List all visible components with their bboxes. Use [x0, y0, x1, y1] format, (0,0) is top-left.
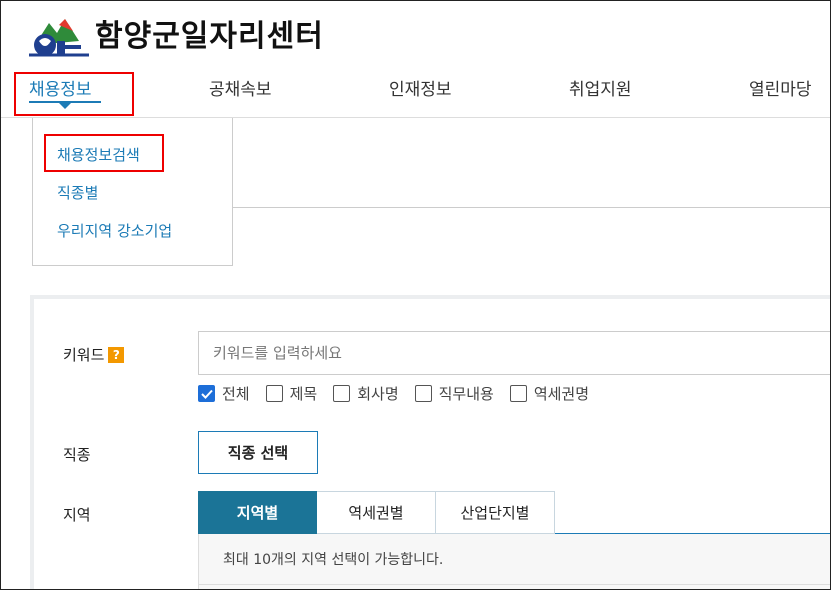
submenu-backdrop — [233, 118, 830, 208]
submenu-item-by-occupation[interactable]: 직종별 — [57, 182, 98, 203]
region-tabs: 지역별 역세권별 산업단지별 — [198, 491, 555, 534]
tab-by-region[interactable]: 지역별 — [198, 491, 317, 534]
logo-text: 함양군일자리센터 — [95, 19, 324, 54]
checkbox-unchecked-icon — [333, 385, 351, 402]
checkbox-company[interactable]: 회사명 — [333, 383, 399, 404]
submenu-item-local-companies[interactable]: 우리지역 강소기업 — [57, 220, 172, 241]
keyword-input[interactable] — [198, 331, 830, 375]
page-frame: 함양군일자리센터 채용정보 공채속보 인재정보 취업지원 열린마당 채용정보검색… — [0, 0, 831, 590]
help-icon[interactable]: ? — [108, 347, 125, 363]
highlight-box-nav — [14, 72, 134, 116]
checkbox-unchecked-icon — [265, 385, 283, 402]
checkbox-unchecked-icon — [509, 385, 527, 402]
gnb-item-open-forum[interactable]: 열린마당 — [749, 75, 812, 100]
region-label: 지역 — [63, 506, 91, 524]
keyword-label: 키워드? — [63, 344, 125, 365]
checkbox-checked-icon — [198, 385, 215, 402]
checkbox-job-description-label: 직무내용 — [438, 385, 494, 403]
occupation-label: 직종 — [63, 446, 91, 464]
checkbox-all[interactable]: 전체 — [198, 383, 250, 404]
checkbox-title[interactable]: 제목 — [265, 383, 318, 404]
search-scope-checkboxes: 전체 제목 회사명 직무내용 역세권명 — [198, 383, 605, 404]
tab-by-station[interactable]: 역세권별 — [317, 491, 436, 534]
gnb-item-employment-support[interactable]: 취업지원 — [569, 75, 632, 100]
checkbox-station-area[interactable]: 역세권명 — [509, 383, 590, 404]
keyword-label-text: 키워드 — [63, 346, 105, 364]
gnb-item-public-recruit[interactable]: 공채속보 — [209, 75, 272, 100]
checkbox-title-label: 제목 — [289, 385, 318, 403]
tab-by-industrial-complex[interactable]: 산업단지별 — [436, 491, 555, 534]
region-list-divider — [198, 584, 830, 585]
checkbox-station-area-label: 역세권명 — [533, 385, 590, 403]
checkbox-job-description[interactable]: 직무내용 — [414, 383, 494, 404]
site-logo[interactable]: 함양군일자리센터 — [29, 15, 324, 59]
checkbox-company-label: 회사명 — [357, 385, 399, 403]
gnb-item-talent-info[interactable]: 인재정보 — [389, 75, 452, 100]
highlight-box-submenu — [44, 134, 164, 172]
checkbox-unchecked-icon — [414, 385, 432, 402]
hamyang-emblem-icon — [29, 19, 89, 57]
select-occupation-button[interactable]: 직종 선택 — [198, 431, 318, 474]
region-notice: 최대 10개의 지역 선택이 가능합니다. — [223, 552, 444, 568]
checkbox-all-label: 전체 — [222, 385, 250, 403]
